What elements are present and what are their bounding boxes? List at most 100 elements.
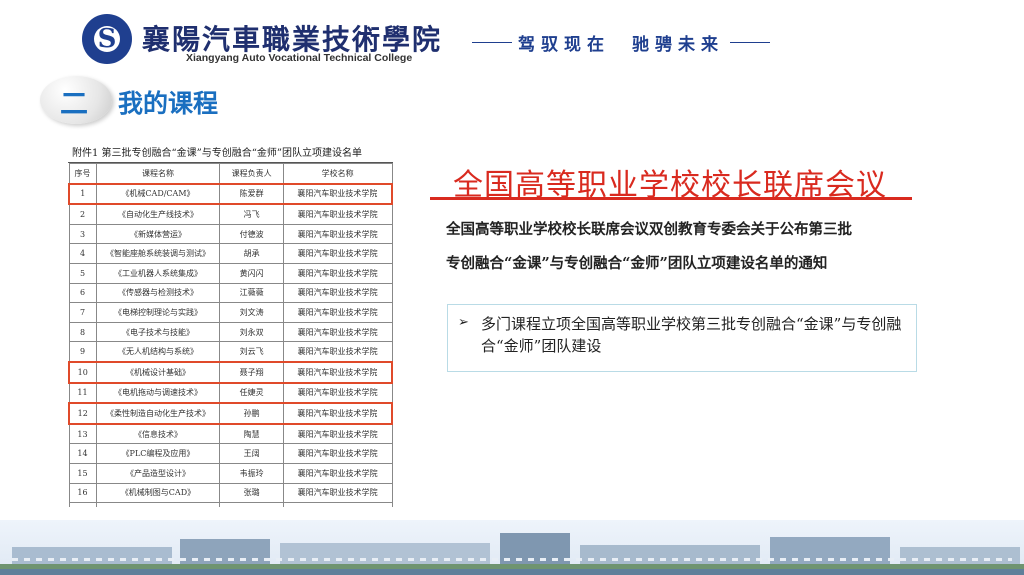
table-row: 2 《自动化生产线技术》 冯飞 襄阳汽车职业技术学院: [68, 203, 393, 225]
table-cell: 襄阳汽车职业技术学院: [282, 462, 393, 484]
table-cell: 襄阳汽车职业技术学院: [282, 243, 393, 264]
table-cell: 6: [68, 282, 97, 304]
table-cell: 襄阳汽车职业技术学院: [282, 282, 393, 304]
table-cell: 襄阳汽车职业技术学院: [282, 223, 393, 245]
section-heading: 二 我的课程: [40, 76, 250, 126]
table-cell: 聂子翔: [219, 360, 284, 384]
header-cell: 学校名称: [282, 163, 393, 185]
table-cell: 襄阳汽车职业技术学院: [282, 443, 393, 464]
table-row: 5 《工业机器人系统集成》 黄闪闪 襄阳汽车职业技术学院: [68, 262, 393, 284]
table-cell: 《无人机结构与系统》: [95, 341, 221, 363]
table-row: 17《汽车单片机技术》张羌鹏襄阳汽车职业技术学院: [68, 502, 393, 507]
table-cell: 5: [68, 262, 97, 284]
notice-line-2: 专创融合“金课”与专创融合“金师”团队立项建设名单的通知: [446, 255, 828, 272]
table-row: 10 《机械设计基础》 聂子翔 襄阳汽车职业技术学院: [68, 360, 393, 384]
table-cell: 胡承: [219, 243, 284, 264]
slogan-left: 驾驭现在: [518, 35, 610, 55]
table-cell: 9: [68, 341, 97, 363]
table-cell: 《电梯控制理论与实践》: [95, 302, 221, 323]
table-cell: 7: [68, 302, 97, 323]
table-cell: 王阔: [219, 443, 284, 464]
college-name-en: Xiangyang Auto Vocational Technical Coll…: [186, 52, 413, 64]
table-cell: 江薇薇: [219, 282, 284, 304]
table-cell: 《产品造型设计》: [95, 462, 221, 484]
slogan-right: 驰骋未来: [632, 35, 724, 55]
table-cell: 《传感器与检测技术》: [95, 282, 221, 304]
table-row: 13 《信息技术》 陶慧 襄阳汽车职业技术学院: [68, 423, 393, 445]
table-row: 15 《产品造型设计》 韦振玲 襄阳汽车职业技术学院: [68, 462, 393, 484]
title-underline: [430, 197, 912, 200]
table-cell: 《柔性制造自动化生产技术》: [95, 402, 221, 425]
table-cell: 刘云飞: [219, 341, 284, 363]
bullet-text: 多门课程立项全国高等职业学校第三批专创融合“金课”与专创融合“金师”团队建设: [481, 315, 902, 355]
table-cell: 陈爱群: [219, 182, 284, 206]
table-cell: 17: [68, 502, 97, 507]
table-cell: 《智能座舱系统装调与测试》: [95, 243, 221, 264]
table-cell: 孙鹏: [219, 402, 284, 425]
table-cell: 襄阳汽车职业技术学院: [282, 203, 393, 225]
table-cell: 《PLC编程及应用》: [95, 443, 221, 464]
table-cell: 16: [68, 482, 97, 504]
table-cell: 黄闪闪: [219, 262, 284, 284]
table-cell: 《工业机器人系统集成》: [95, 262, 221, 284]
table-cell: 《自动化生产线技术》: [95, 203, 221, 225]
table-cell: 《信息技术》: [95, 423, 221, 445]
table-row: 3 《新媒体营运》 付德波 襄阳汽车职业技术学院: [68, 223, 393, 245]
table-cell: 张璐: [219, 482, 284, 504]
campus-banner-image: [0, 520, 1024, 575]
table-cell: 15: [68, 462, 97, 484]
table-cell: 《机械CAD/CAM》: [95, 182, 221, 206]
table-cell: 《汽车单片机技术》: [95, 502, 221, 507]
table-header-row: 序号 课程名称 课程负责人 学校名称: [68, 163, 393, 185]
table-row: 9 《无人机结构与系统》 刘云飞 襄阳汽车职业技术学院: [68, 341, 393, 363]
table-cell: 襄阳汽车职业技术学院: [282, 182, 393, 206]
table-cell: 冯飞: [219, 203, 284, 225]
table-cell: 襄阳汽车职业技术学院: [282, 482, 393, 504]
slogan: 驾驭现在 驰骋未来: [466, 30, 776, 55]
table-row: 1 《机械CAD/CAM》 陈爱群 襄阳汽车职业技术学院: [68, 182, 393, 206]
table-cell: 刘永双: [219, 321, 284, 343]
table-row: 12 《柔性制造自动化生产技术》 孙鹏 襄阳汽车职业技术学院: [68, 402, 393, 425]
table-cell: 襄阳汽车职业技术学院: [282, 382, 393, 404]
notice-line-1: 全国高等职业学校校长联席会议双创教育专委会关于公布第三批: [446, 221, 852, 238]
table-row: 7 《电梯控制理论与实践》 刘文涛 襄阳汽车职业技术学院: [68, 302, 393, 323]
table-caption: 附件1 第三批专创融合“金课”与专创融合“金师”团队立项建设名单: [72, 148, 362, 159]
table-cell: 襄阳汽车职业技术学院: [282, 262, 393, 284]
table-cell: 襄阳汽车职业技术学院: [282, 402, 393, 425]
bullet-arrow-icon: ➢: [458, 315, 469, 330]
table-cell: 14: [68, 443, 97, 464]
section-number: 二: [60, 87, 89, 120]
table-cell: 8: [68, 321, 97, 343]
table-cell: 任婕灵: [219, 382, 284, 404]
logo-emblem: S: [97, 24, 117, 54]
course-table: 序号 课程名称 课程负责人 学校名称 1 《机械CAD/CAM》 陈爱群 襄阳汽车职业…: [68, 162, 393, 507]
table-cell: 襄阳汽车职业技术学院: [282, 423, 393, 445]
bullet-box: ➢ 多门课程立项全国高等职业学校第三批专创融合“金课”与专创融合“金师”团队建设: [447, 304, 917, 372]
table-cell: 13: [68, 423, 97, 445]
table-cell: 2: [68, 203, 97, 225]
table-cell: 《新媒体营运》: [95, 223, 221, 245]
table-cell: 张羌鹏: [219, 502, 284, 507]
table-cell: 12: [68, 402, 97, 425]
table-cell: 襄阳汽车职业技术学院: [282, 321, 393, 343]
header-cell: 课程名称: [95, 163, 221, 185]
table-row: 8 《电子技术与技能》 刘永双 襄阳汽车职业技术学院: [68, 321, 393, 343]
table-cell: 《电机拖动与调速技术》: [95, 382, 221, 404]
section-title: 我的课程: [118, 89, 219, 118]
header-cell: 序号: [68, 163, 97, 185]
table-cell: 襄阳汽车职业技术学院: [282, 360, 393, 384]
slogan-dash-right: [730, 42, 770, 43]
table-cell: 10: [68, 360, 97, 384]
table-cell: 《机械设计基础》: [95, 360, 221, 384]
table-cell: 刘文涛: [219, 302, 284, 323]
table-row: 6 《传感器与检测技术》 江薇薇 襄阳汽车职业技术学院: [68, 282, 393, 304]
table-cell: 襄阳汽车职业技术学院: [282, 502, 393, 507]
table-row: 16 《机械制图与CAD》 张璐 襄阳汽车职业技术学院: [68, 482, 393, 504]
table-row: 11 《电机拖动与调速技术》 任婕灵 襄阳汽车职业技术学院: [68, 382, 393, 404]
table-cell: 4: [68, 243, 97, 264]
table-cell: 3: [68, 223, 97, 245]
table-cell: 《机械制图与CAD》: [95, 482, 221, 504]
table-row: 14 《PLC编程及应用》 王阔 襄阳汽车职业技术学院: [68, 443, 393, 464]
table-row: 4 《智能座舱系统装调与测试》 胡承 襄阳汽车职业技术学院: [68, 243, 393, 264]
table-cell: 《电子技术与技能》: [95, 321, 221, 343]
